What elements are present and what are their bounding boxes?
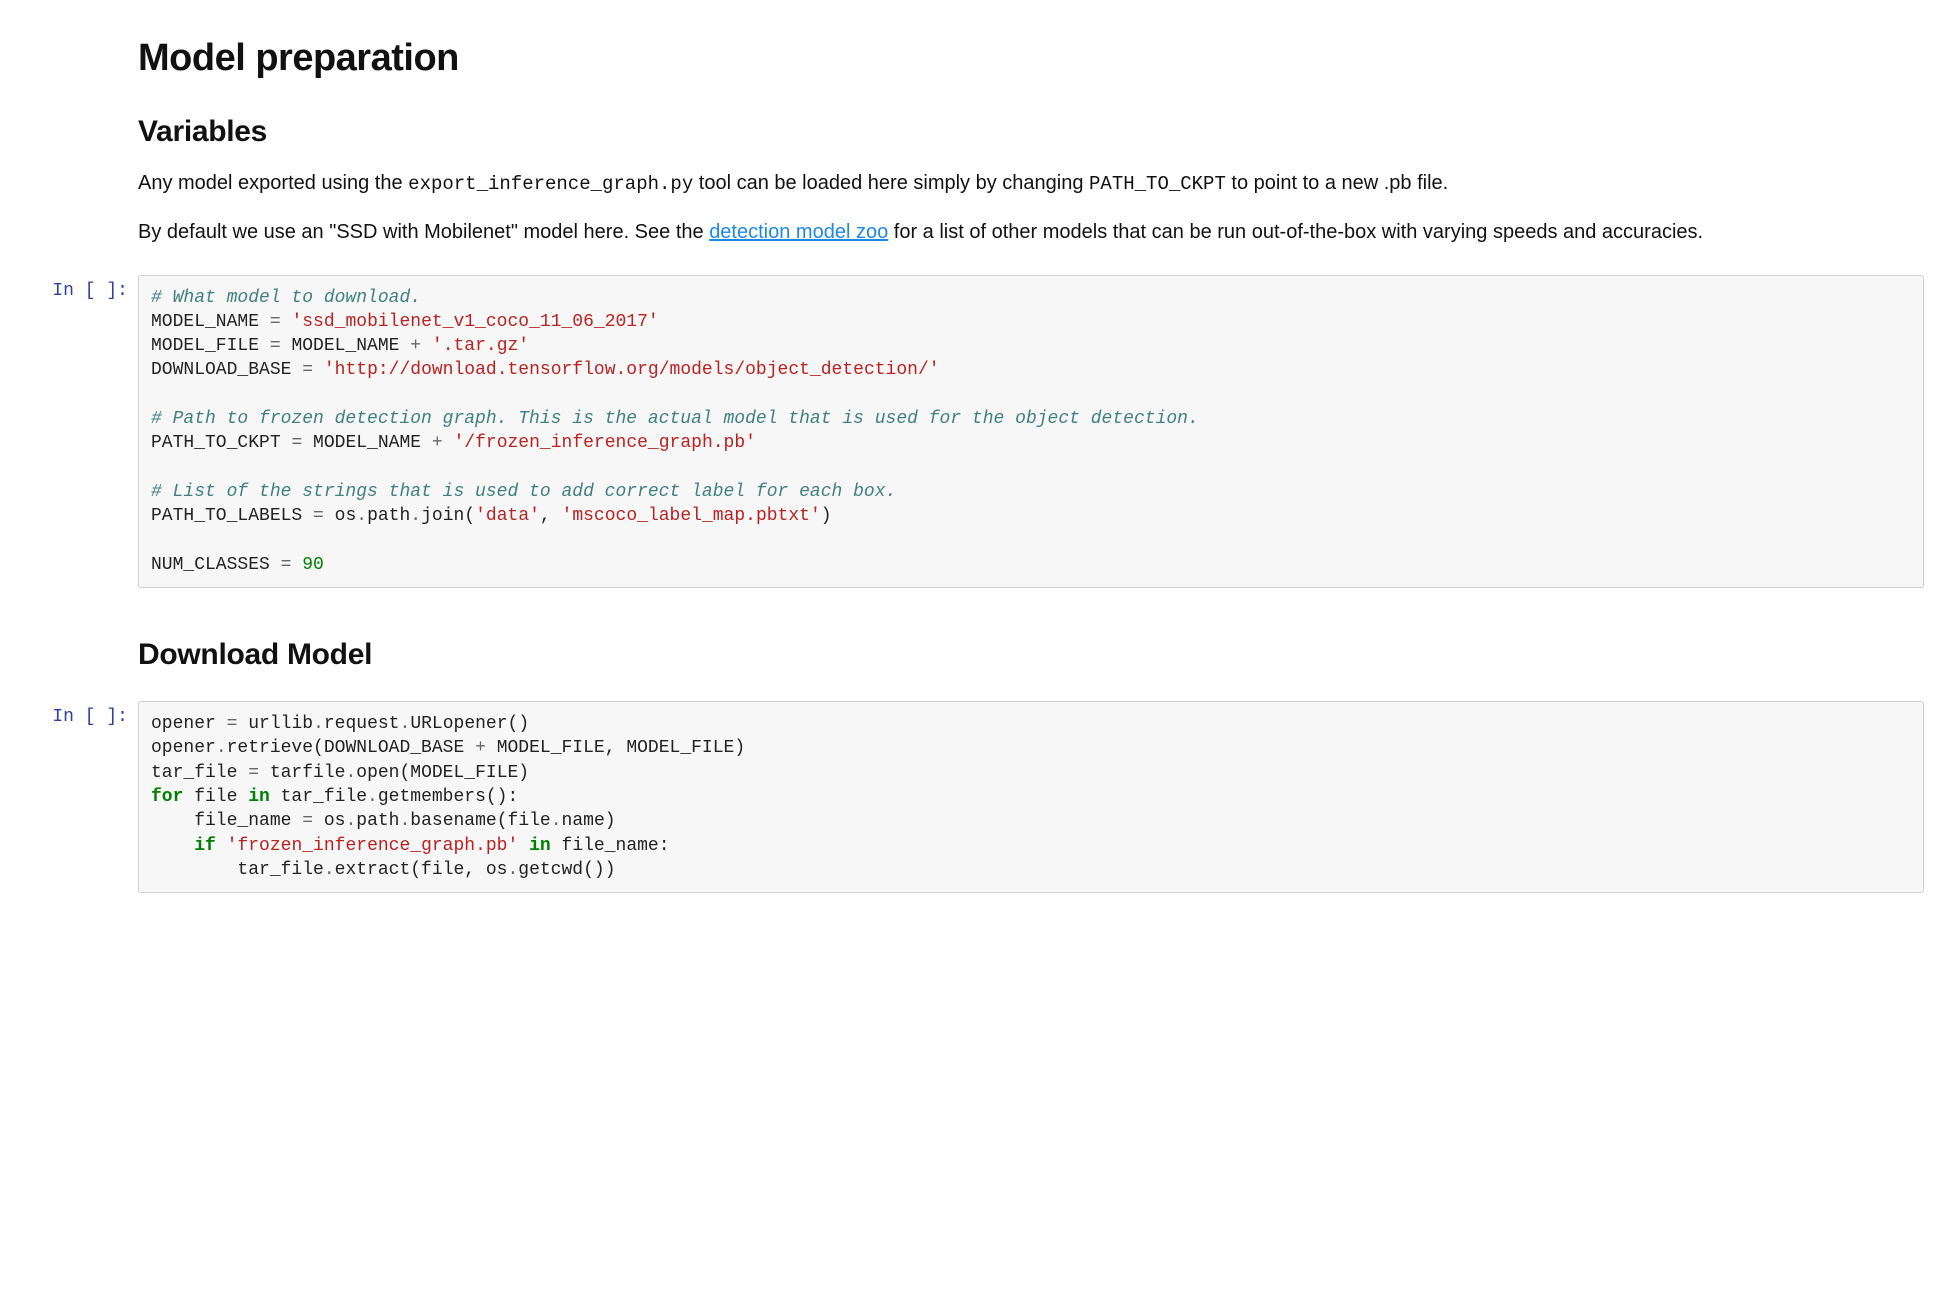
heading-variables: Variables (138, 109, 1884, 154)
markdown-content: Download Model (138, 614, 1924, 691)
link-detection-model-zoo[interactable]: detection model zoo (709, 221, 888, 243)
inline-code-export-script: export_inference_graph.py (408, 173, 693, 195)
prompt-empty (20, 614, 138, 624)
paragraph-1: Any model exported using the export_infe… (138, 168, 1884, 199)
markdown-cell: Download Model (20, 614, 1924, 691)
markdown-content: Model preparation Variables Any model ex… (138, 30, 1924, 265)
code-block: # What model to download. MODEL_NAME = '… (151, 286, 1911, 578)
code-input-area[interactable]: # What model to download. MODEL_NAME = '… (138, 275, 1924, 589)
input-prompt: In [ ]: (20, 271, 138, 301)
heading-download-model: Download Model (138, 632, 1884, 677)
code-block: opener = urllib.request.URLopener() open… (151, 712, 1911, 882)
markdown-cell: Model preparation Variables Any model ex… (20, 30, 1924, 265)
input-prompt: In [ ]: (20, 697, 138, 727)
code-cell-2: In [ ]: opener = urllib.request.URLopene… (20, 697, 1924, 913)
paragraph-2: By default we use an "SSD with Mobilenet… (138, 217, 1884, 247)
text: for a list of other models that can be r… (888, 221, 1703, 243)
text: Any model exported using the (138, 172, 408, 194)
inline-code-path-to-ckpt: PATH_TO_CKPT (1089, 173, 1226, 195)
text: to point to a new .pb file. (1226, 172, 1448, 194)
code-input-area[interactable]: opener = urllib.request.URLopener() open… (138, 701, 1924, 893)
prompt-empty (20, 30, 138, 40)
text: tool can be loaded here simply by changi… (693, 172, 1089, 194)
code-cell-1: In [ ]: # What model to download. MODEL_… (20, 271, 1924, 609)
notebook-container: Model preparation Variables Any model ex… (0, 0, 1944, 939)
heading-model-preparation: Model preparation (138, 30, 1884, 87)
text: By default we use an "SSD with Mobilenet… (138, 221, 709, 243)
